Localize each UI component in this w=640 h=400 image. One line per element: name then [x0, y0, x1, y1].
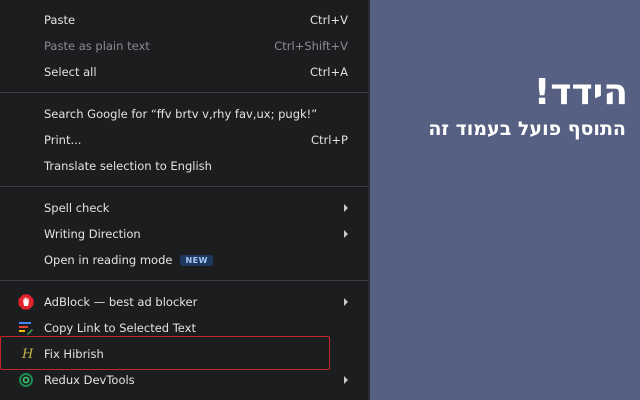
- menu-item-label: Select all: [44, 65, 97, 79]
- redux-devtools-icon: [19, 373, 33, 387]
- menu-item-adblock[interactable]: AdBlock — best ad blocker: [0, 290, 368, 314]
- promo-title: הידד!: [533, 72, 628, 113]
- menu-separator: [0, 92, 368, 93]
- new-badge: NEW: [180, 255, 213, 266]
- highlight-box: [0, 336, 330, 370]
- chevron-right-icon: [344, 230, 348, 238]
- menu-item-label: AdBlock — best ad blocker: [44, 295, 198, 309]
- menu-item-label-text: Open in reading mode: [44, 253, 173, 267]
- menu-item-paste[interactable]: Paste Ctrl+V: [0, 8, 368, 32]
- menu-item-translate[interactable]: Translate selection to English: [0, 154, 368, 178]
- menu-item-label: Translate selection to English: [44, 159, 212, 173]
- menu-edge-divider: [368, 0, 370, 400]
- menu-item-redux-devtools[interactable]: Redux DevTools: [0, 368, 368, 392]
- menu-item-shortcut: Ctrl+P: [310, 133, 348, 147]
- menu-item-label: Print...: [44, 133, 82, 147]
- menu-item-label: Writing Direction: [44, 227, 141, 241]
- menu-item-search-google[interactable]: Search Google for “ffv brtv v,rhy fav,ux…: [0, 102, 368, 126]
- chevron-right-icon: [344, 298, 348, 306]
- menu-item-reading-mode[interactable]: Open in reading mode NEW: [0, 248, 368, 272]
- promo-subtitle: התוסף פועל בעמוד זה: [428, 118, 626, 140]
- chevron-right-icon: [344, 376, 348, 384]
- adblock-hand-icon: [18, 294, 34, 310]
- menu-item-shortcut: Ctrl+V: [310, 13, 348, 27]
- menu-item-label: Copy Link to Selected Text: [44, 321, 196, 335]
- menu-item-label: Paste as plain text: [44, 39, 150, 53]
- menu-separator: [0, 280, 368, 281]
- menu-item-select-all[interactable]: Select all Ctrl+A: [0, 60, 368, 84]
- menu-item-label: Search Google for “ffv brtv v,rhy fav,ux…: [44, 107, 318, 121]
- menu-item-shortcut: Ctrl+Shift+V: [274, 39, 348, 53]
- menu-item-print[interactable]: Print... Ctrl+P: [0, 128, 368, 152]
- menu-item-shortcut: Ctrl+A: [310, 65, 348, 79]
- menu-item-label: Redux DevTools: [44, 373, 135, 387]
- menu-item-writing-direction[interactable]: Writing Direction: [0, 222, 368, 246]
- screen: Paste Ctrl+V Paste as plain text Ctrl+Sh…: [0, 0, 640, 400]
- copy-link-icon: [19, 322, 33, 335]
- menu-item-spell-check[interactable]: Spell check: [0, 196, 368, 220]
- menu-item-paste-plain[interactable]: Paste as plain text Ctrl+Shift+V: [0, 34, 368, 58]
- menu-item-label: Paste: [44, 13, 76, 27]
- menu-separator: [0, 186, 368, 187]
- menu-item-label: Spell check: [44, 201, 110, 215]
- menu-item-label: Open in reading mode NEW: [44, 253, 213, 267]
- chevron-right-icon: [344, 204, 348, 212]
